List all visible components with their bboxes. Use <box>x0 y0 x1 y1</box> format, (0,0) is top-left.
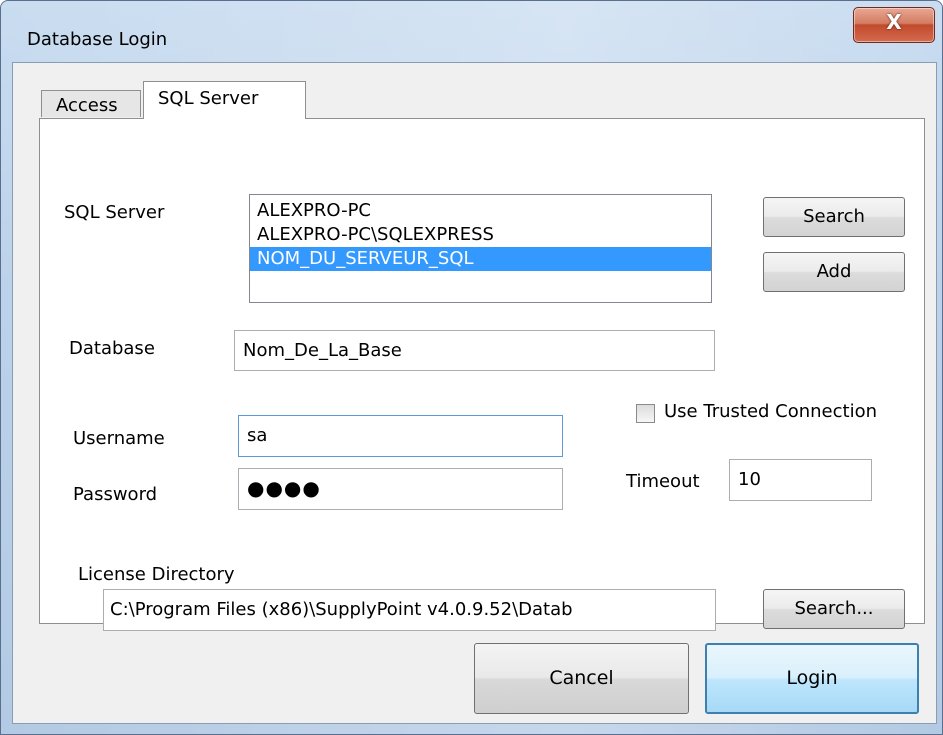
login-button[interactable]: Login <box>705 643 919 714</box>
title-bar[interactable]: Database Login X <box>1 1 942 55</box>
window-title: Database Login <box>27 29 168 50</box>
search-servers-button[interactable]: Search <box>763 197 905 237</box>
close-icon: X <box>886 10 902 34</box>
database-label: Database <box>69 338 155 359</box>
add-server-button[interactable]: Add <box>763 252 905 292</box>
license-directory-field[interactable]: C:\Program Files (x86)\SupplyPoint v4.0.… <box>103 589 716 631</box>
list-item-selected[interactable]: NOM_DU_SERVEUR_SQL <box>250 247 711 271</box>
database-login-window: Database Login X Access SQL Server SQL S… <box>0 0 943 735</box>
license-directory-label: License Directory <box>78 564 235 585</box>
browse-license-button[interactable]: Search... <box>763 589 905 629</box>
list-item[interactable]: ALEXPRO-PC\SQLEXPRESS <box>250 223 711 247</box>
timeout-field[interactable]: 10 <box>729 459 872 501</box>
sql-server-listbox[interactable]: ALEXPRO-PC ALEXPRO-PC\SQLEXPRESS NOM_DU_… <box>249 194 712 303</box>
username-field[interactable]: sa <box>238 415 563 457</box>
trusted-connection-label[interactable]: Use Trusted Connection <box>664 401 877 422</box>
tab-sql-server[interactable]: SQL Server <box>143 81 306 119</box>
close-button[interactable]: X <box>853 7 935 43</box>
password-field[interactable]: ●●●● <box>238 468 563 510</box>
password-label: Password <box>73 484 158 505</box>
timeout-label: Timeout <box>626 471 700 492</box>
list-item[interactable]: ALEXPRO-PC <box>250 199 711 223</box>
sql-server-tab-panel: SQL Server ALEXPRO-PC ALEXPRO-PC\SQLEXPR… <box>39 118 925 631</box>
username-label: Username <box>73 428 165 449</box>
tab-access[interactable]: Access <box>41 90 141 117</box>
trusted-connection-checkbox[interactable] <box>636 404 655 423</box>
database-field[interactable]: Nom_De_La_Base <box>234 330 715 371</box>
dialog-client-area: Access SQL Server SQL Server ALEXPRO-PC … <box>12 62 937 724</box>
sql-server-label: SQL Server <box>64 202 165 223</box>
cancel-button[interactable]: Cancel <box>474 643 689 714</box>
